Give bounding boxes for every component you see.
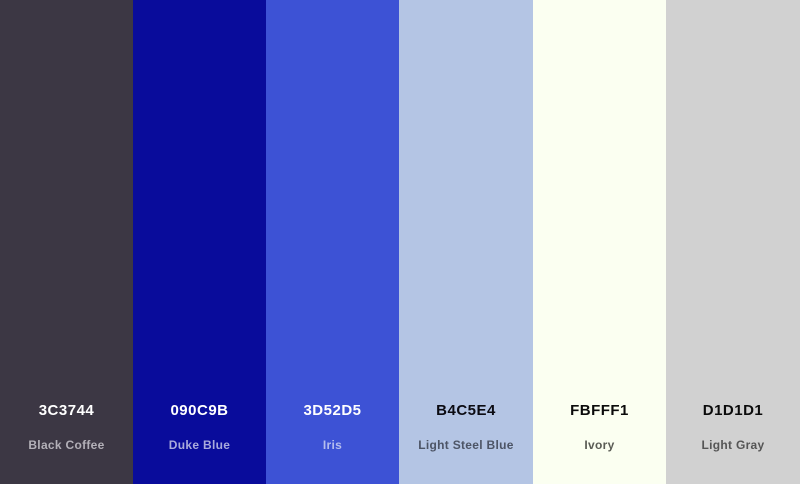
swatch-color-name: Light Steel Blue (418, 438, 514, 452)
color-palette: 3C3744 Black Coffee 090C9B Duke Blue 3D5… (0, 0, 800, 484)
swatch-black-coffee[interactable]: 3C3744 Black Coffee (0, 0, 133, 484)
swatch-hex-code[interactable]: B4C5E4 (399, 402, 533, 420)
swatch-light-gray[interactable]: D1D1D1 Light Gray (666, 0, 800, 484)
swatch-hex-code[interactable]: 3C3744 (0, 402, 133, 420)
swatch-color-name: Duke Blue (168, 438, 231, 452)
swatch-hex-code[interactable]: 090C9B (133, 402, 266, 420)
swatch-ivory[interactable]: FBFFF1 Ivory (533, 0, 666, 484)
swatch-duke-blue[interactable]: 090C9B Duke Blue (133, 0, 266, 484)
swatch-hex-code[interactable]: 3D52D5 (266, 402, 399, 420)
swatch-color-name: Black Coffee (28, 438, 105, 452)
swatch-color-name: Iris (322, 438, 343, 452)
swatch-hex-code[interactable]: D1D1D1 (666, 402, 800, 420)
swatch-iris[interactable]: 3D52D5 Iris (266, 0, 399, 484)
swatch-hex-code[interactable]: FBFFF1 (533, 402, 666, 420)
swatch-color-name: Ivory (584, 438, 615, 452)
swatch-color-name: Light Gray (701, 438, 765, 452)
swatch-light-steel-blue[interactable]: B4C5E4 Light Steel Blue (399, 0, 533, 484)
